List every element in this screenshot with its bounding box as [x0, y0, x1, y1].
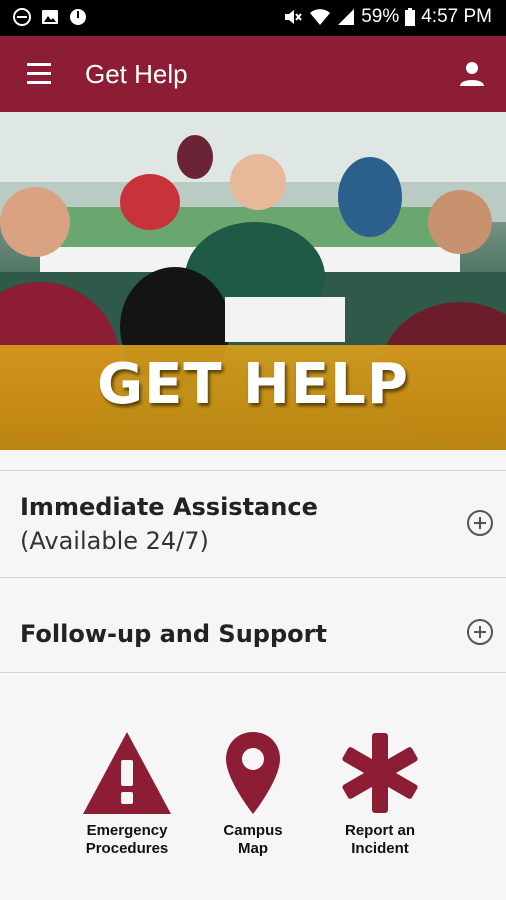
hamburger-menu-icon[interactable] — [25, 60, 55, 88]
asterisk-icon — [342, 733, 418, 813]
battery-icon — [405, 8, 416, 26]
emergency-procedures-button[interactable]: Emergency Procedures — [76, 730, 178, 858]
accordion-label: Immediate Assistance — [20, 493, 318, 521]
app-bar: Get Help — [0, 36, 506, 112]
clock-time: 4:57 PM — [421, 6, 492, 27]
accordion-sublabel: (Available 24/7) — [20, 527, 209, 555]
accordion-follow-up-support[interactable]: Follow-up and Support — [0, 577, 506, 673]
status-system-area: 59% 4:57 PM — [283, 6, 492, 28]
status-notification-icons — [12, 7, 88, 27]
image-icon — [42, 10, 58, 24]
signal-icon — [338, 9, 355, 25]
map-pin-icon — [226, 732, 280, 814]
plus-circle-icon[interactable] — [466, 509, 494, 537]
battery-percent: 59% — [361, 6, 400, 27]
accordion-immediate-assistance[interactable]: Immediate Assistance (Available 24/7) — [0, 470, 506, 577]
quick-links: Emergency Procedures Campus Map Report a… — [0, 720, 506, 870]
page-title: Get Help — [85, 59, 188, 89]
campus-map-button[interactable]: Campus Map — [208, 730, 298, 858]
do-not-disturb-icon — [13, 8, 31, 26]
quick-link-label: Emergency Procedures — [85, 822, 169, 857]
hero-title: GET HELP — [97, 352, 409, 417]
mute-icon — [285, 10, 302, 24]
clock-icon — [70, 9, 86, 25]
quick-link-label: Campus Map — [223, 822, 283, 857]
quick-link-label: Report an Incident — [344, 822, 415, 857]
wifi-icon — [310, 9, 331, 25]
person-icon[interactable] — [458, 60, 486, 88]
plus-circle-icon[interactable] — [466, 618, 494, 646]
accordion-label: Follow-up and Support — [20, 620, 327, 648]
hero-banner: GET HELP — [0, 112, 506, 450]
report-incident-button[interactable]: Report an Incident — [328, 730, 432, 858]
status-bar: 59% 4:57 PM — [0, 0, 506, 36]
warning-triangle-icon — [83, 732, 171, 814]
